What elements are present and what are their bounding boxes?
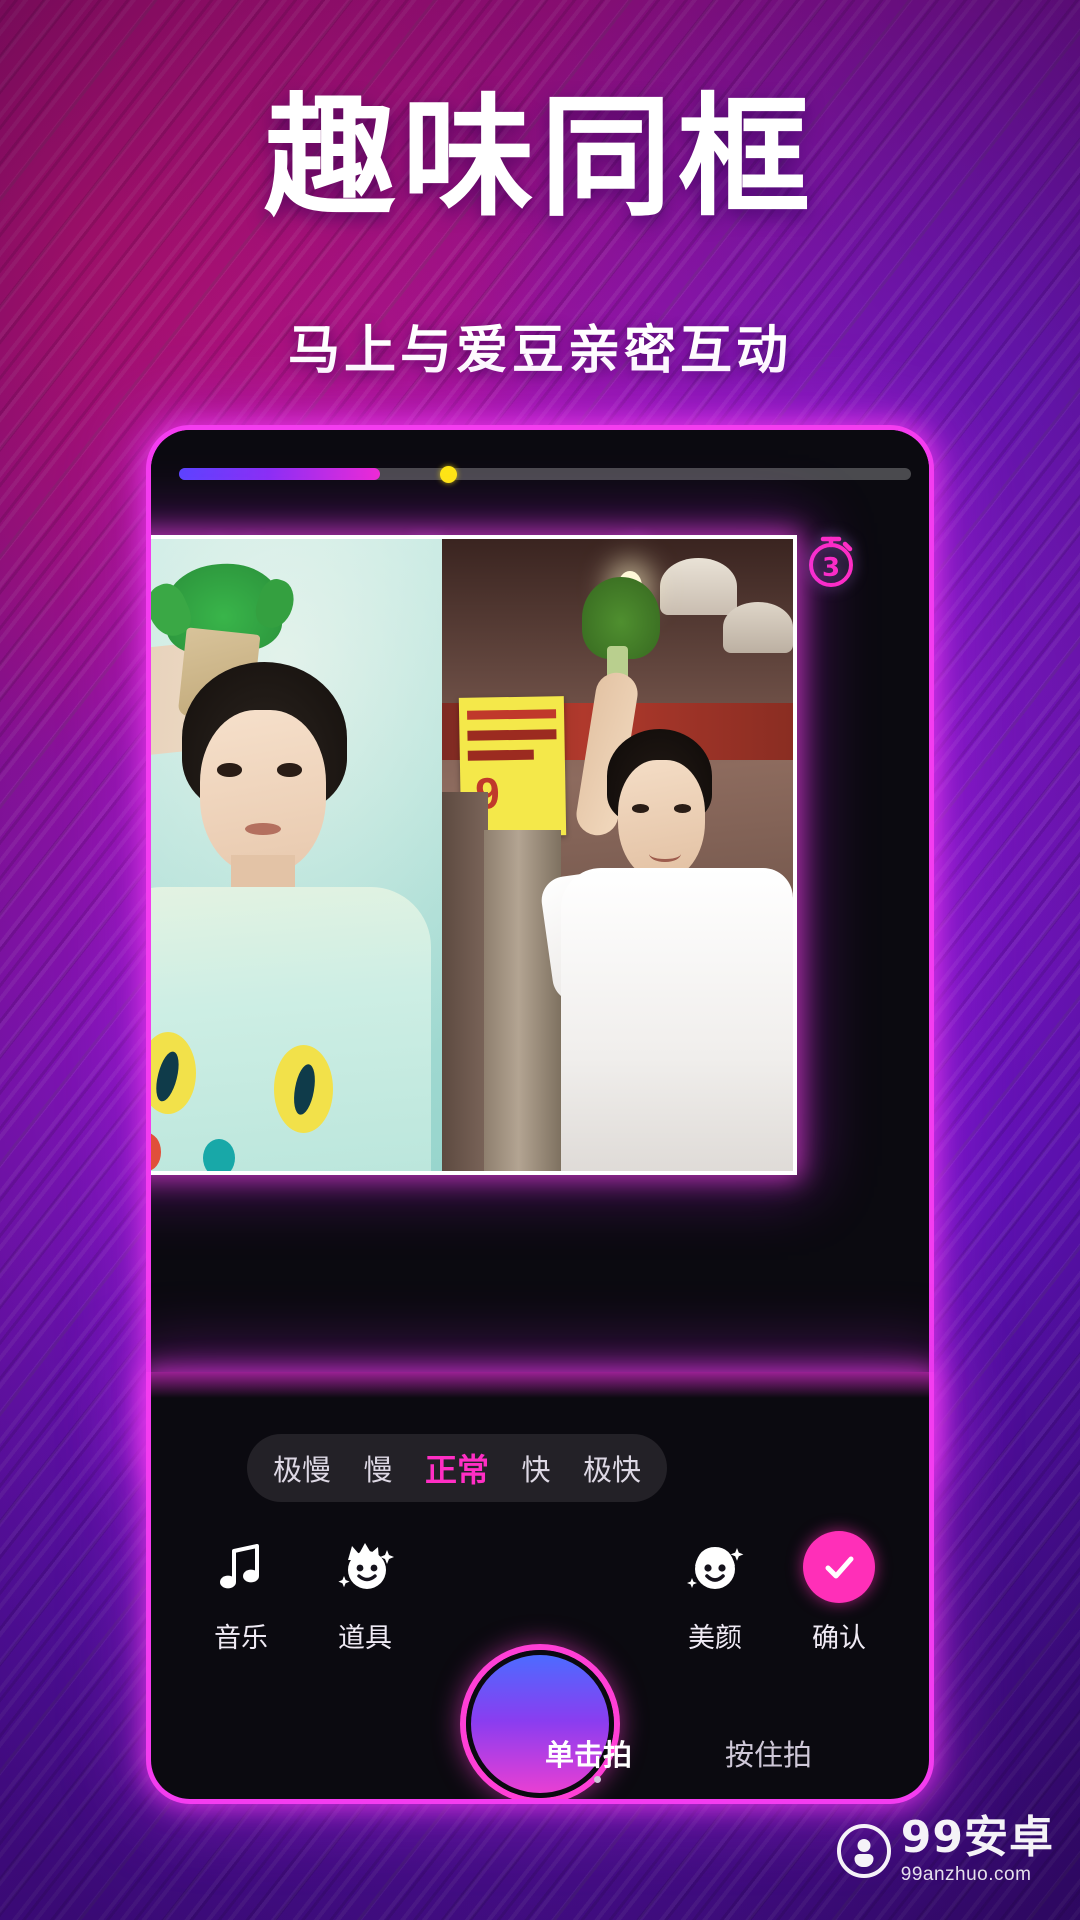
headline-text: 趣味同框 [264,81,816,235]
watermark-url: 99anzhuo.com [900,1864,1032,1885]
music-label: 音乐 [214,1623,268,1654]
beauty-button[interactable]: 美颜 [655,1524,775,1655]
confirm-icon-wrap [779,1524,899,1610]
camera-control-panel: 极慢 慢 正常 快 极快 音乐 道具 美颜 确认 单击拍 按住拍 [146,1372,934,1804]
speed-selector[interactable]: 极慢 慢 正常 快 极快 [247,1434,667,1502]
beauty-face-icon [655,1524,775,1610]
camera-tools-row: 音乐 道具 美颜 确认 [151,1524,929,1798]
watermark: 99安卓 99anzhuo.com [836,1816,1054,1886]
phone-frame-top: 3 [146,425,934,1495]
progress-marker-dot [440,465,458,483]
headline: 趣味同框 趣味同框 趣味同框 [258,89,817,228]
music-note-icon [181,1524,301,1610]
props-button[interactable]: 道具 [305,1524,425,1655]
music-button[interactable]: 音乐 [181,1524,301,1655]
capture-mode-hold[interactable]: 按住拍 [725,1732,812,1774]
progress-fill [179,468,381,480]
confirm-button[interactable]: 确认 [779,1524,899,1655]
headline-area: 趣味同框 趣味同框 趣味同框 [0,89,1080,228]
camera-screen: 3 [151,430,929,1490]
timer-value: 3 [822,553,840,583]
props-label: 道具 [338,1623,392,1654]
capture-mode-tap[interactable]: 单击拍 [545,1732,632,1774]
capture-mode-indicator [594,1776,601,1783]
speed-option-4[interactable]: 极快 [583,1447,641,1489]
speed-option-0[interactable]: 极慢 [273,1447,331,1489]
speed-option-1[interactable]: 慢 [363,1447,392,1489]
watermark-name: 99安卓 [900,1812,1054,1863]
beauty-label: 美颜 [688,1623,742,1654]
check-icon[interactable] [803,1531,875,1603]
poster-background: 趣味同框 趣味同框 趣味同框 马上与爱豆亲密互动 3 极慢 慢 正常 快 极快 … [0,0,1080,1920]
panel-top-fade [151,1372,929,1398]
recording-progress-bar[interactable] [179,465,911,483]
preview-photo-left[interactable] [151,539,442,1171]
dual-photo-preview[interactable]: 9 [151,535,797,1175]
timer-icon[interactable]: 3 [792,521,870,599]
speed-option-3[interactable]: 快 [521,1447,550,1489]
capture-mode-row: 单击拍 按住拍 [151,1732,929,1783]
watermark-logo-icon [836,1824,891,1878]
preview-photo-right[interactable]: 9 [442,539,793,1171]
speed-option-2[interactable]: 正常 [425,1445,489,1491]
props-face-icon [305,1524,425,1610]
confirm-label: 确认 [812,1623,866,1654]
watermark-text: 99安卓 99anzhuo.com [901,1816,1054,1886]
subheadline-text: 马上与爱豆亲密互动 [287,321,792,381]
